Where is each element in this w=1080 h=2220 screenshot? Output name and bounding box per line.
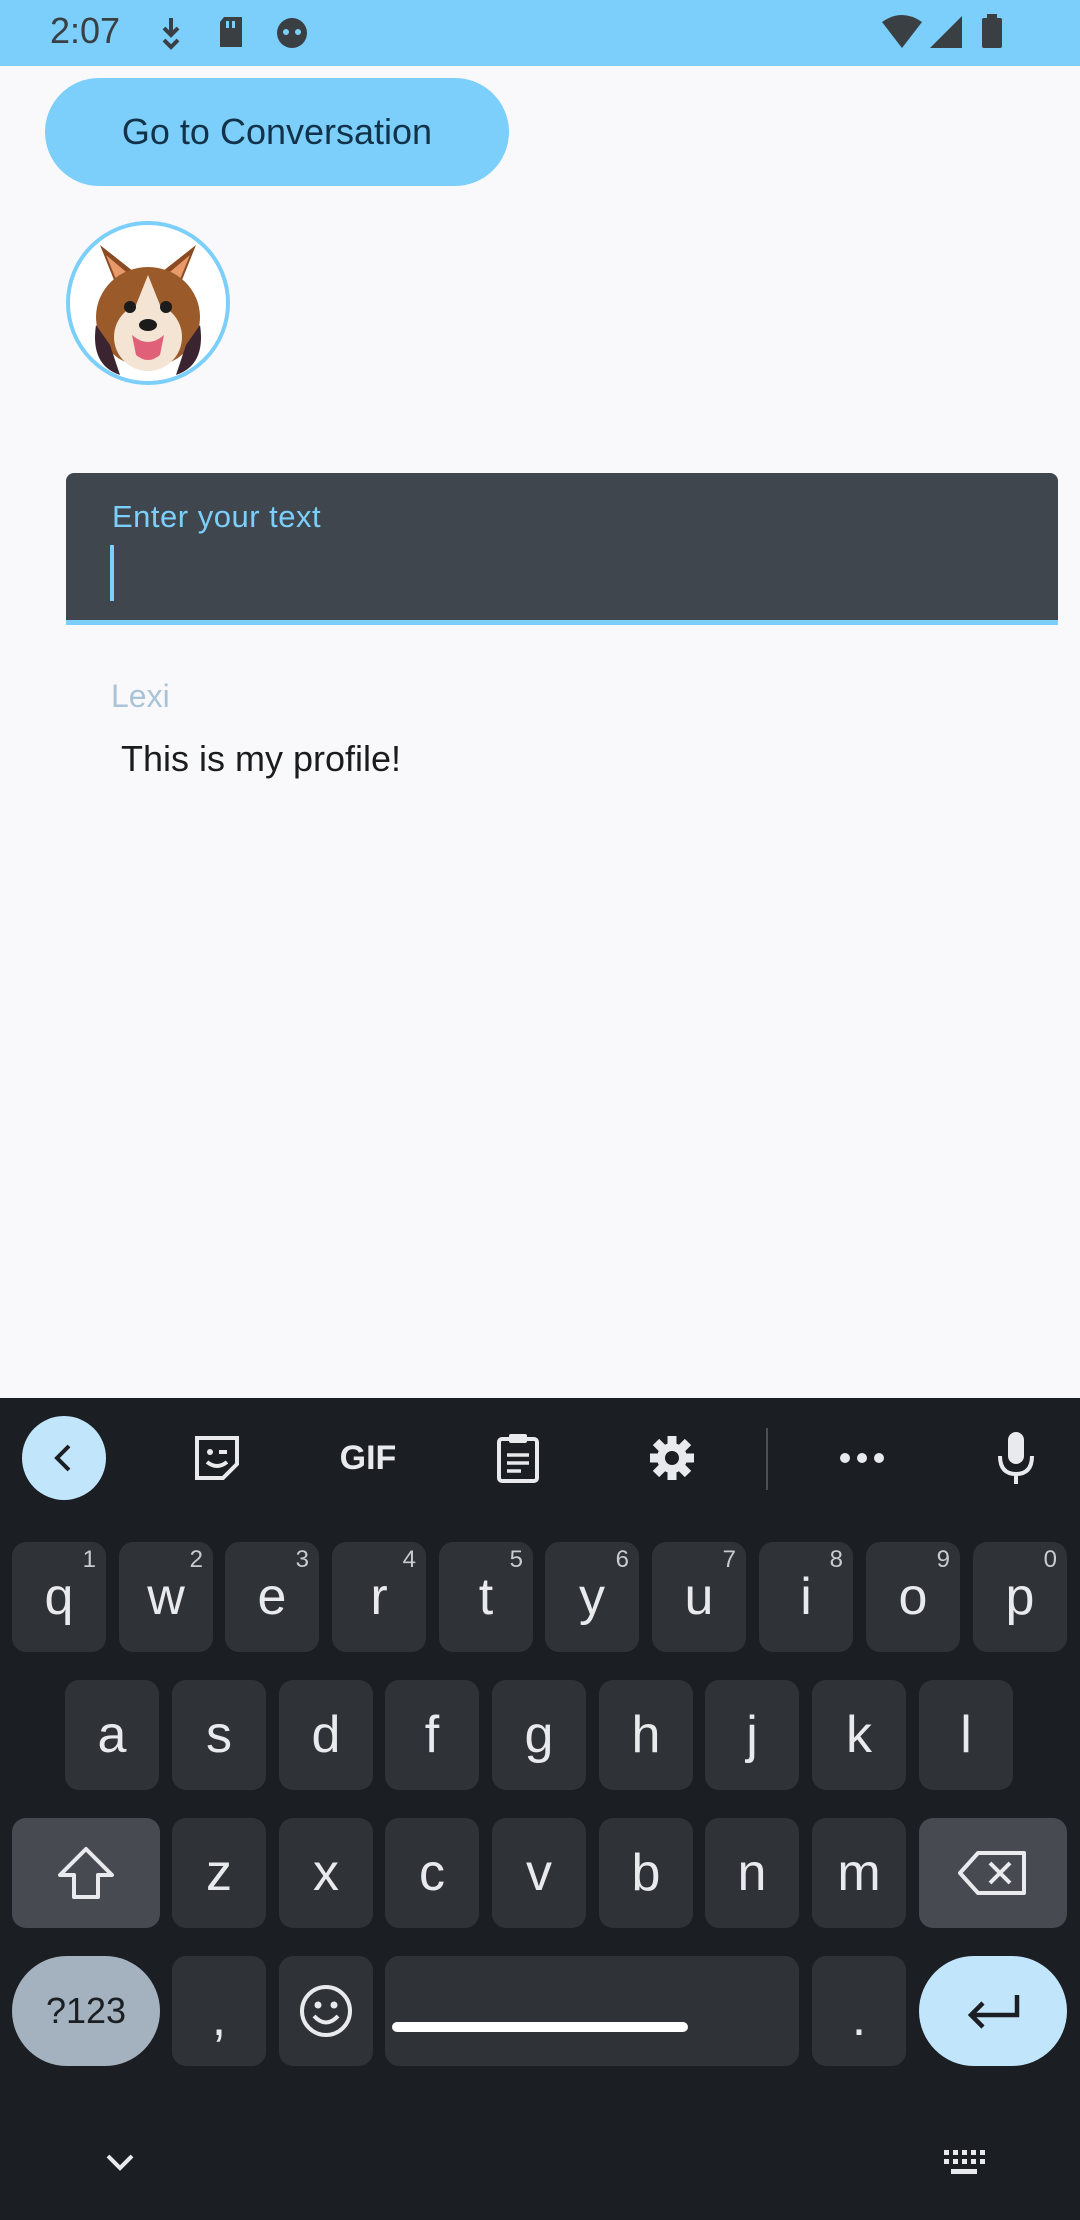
- cat-icon: [274, 14, 310, 55]
- key-hint: 9: [936, 1546, 950, 1573]
- key-hint: 5: [509, 1546, 523, 1573]
- mic-button[interactable]: [984, 1418, 1048, 1498]
- sticker-button[interactable]: [185, 1418, 249, 1498]
- comma-key[interactable]: ,: [172, 1956, 266, 2066]
- key-h[interactable]: h: [599, 1680, 693, 1790]
- key-i[interactable]: i8: [759, 1542, 853, 1652]
- key-label: w: [147, 1568, 185, 1626]
- chevron-down-icon: [106, 2154, 134, 2171]
- toolbar-divider: [766, 1428, 768, 1490]
- key-w[interactable]: w2: [119, 1542, 213, 1652]
- key-x[interactable]: x: [279, 1818, 373, 1928]
- sd-card-icon: [216, 14, 246, 55]
- key-u[interactable]: u7: [652, 1542, 746, 1652]
- profile-text: This is my profile!: [121, 738, 402, 779]
- key-n[interactable]: n: [705, 1818, 799, 1928]
- key-label: o: [898, 1568, 928, 1626]
- key-l[interactable]: l: [919, 1680, 1013, 1790]
- text-field-label: Enter your text: [112, 499, 322, 534]
- shift-icon: [58, 1847, 114, 1899]
- keyboard-icon: [944, 2150, 985, 2174]
- clipboard-button[interactable]: [486, 1418, 550, 1498]
- shift-key[interactable]: [12, 1818, 160, 1928]
- key-hint: 0: [1043, 1546, 1057, 1573]
- period-key[interactable]: .: [812, 1956, 906, 2066]
- profile-author: Lexi: [111, 678, 170, 714]
- chevron-left-icon: [54, 1444, 71, 1472]
- status-bar: 2:07: [0, 0, 1080, 66]
- keyboard-switch-button[interactable]: [940, 2138, 988, 2186]
- key-k[interactable]: k: [812, 1680, 906, 1790]
- key-label: p: [1005, 1568, 1035, 1626]
- key-hint: 7: [722, 1546, 736, 1573]
- enter-key[interactable]: [919, 1956, 1067, 2066]
- sticker-icon: [195, 1436, 239, 1480]
- key-y[interactable]: y6: [545, 1542, 639, 1652]
- key-hint: 6: [615, 1546, 629, 1573]
- key-b[interactable]: b: [599, 1818, 693, 1928]
- key-d[interactable]: d: [279, 1680, 373, 1790]
- enter-icon: [967, 1995, 1020, 2029]
- emoji-icon: [300, 1985, 352, 2037]
- dog-avatar-image: [70, 225, 226, 381]
- go-to-conversation-button[interactable]: Go to Conversation: [45, 78, 509, 186]
- key-label: y: [579, 1568, 605, 1626]
- key-label: u: [684, 1568, 714, 1626]
- mic-icon: [998, 1432, 1034, 1484]
- key-z[interactable]: z: [172, 1818, 266, 1928]
- key-p[interactable]: p0: [973, 1542, 1067, 1652]
- download-icon: [156, 14, 186, 55]
- key-t[interactable]: t5: [439, 1542, 533, 1652]
- settings-button[interactable]: [640, 1418, 704, 1498]
- status-time: 2:07: [50, 10, 121, 51]
- gif-icon: GIF: [339, 1438, 397, 1477]
- signal-icon: [928, 14, 964, 55]
- key-label: e: [257, 1568, 287, 1626]
- battery-icon: [980, 14, 1004, 55]
- key-label: i: [800, 1568, 812, 1626]
- more-icon: [840, 1453, 884, 1463]
- key-hint: 4: [402, 1546, 416, 1573]
- keyboard: GIF q1 w2 e3 r4 t5 y6 u7 i8 o9 p0 a s d …: [0, 1398, 1080, 2220]
- key-v[interactable]: v: [492, 1818, 586, 1928]
- hide-keyboard-button[interactable]: [96, 2138, 144, 2186]
- text-cursor: [110, 545, 114, 601]
- key-hint: 1: [82, 1546, 96, 1573]
- key-label: q: [44, 1568, 74, 1626]
- key-label: r: [370, 1568, 388, 1626]
- key-f[interactable]: f: [385, 1680, 479, 1790]
- key-g[interactable]: g: [492, 1680, 586, 1790]
- space-key[interactable]: [385, 1956, 799, 2066]
- key-hint: 2: [189, 1546, 203, 1573]
- key-a[interactable]: a: [65, 1680, 159, 1790]
- more-button[interactable]: [830, 1418, 894, 1498]
- navigation-handle[interactable]: [392, 2022, 688, 2032]
- key-hint: 3: [295, 1546, 309, 1573]
- key-m[interactable]: m: [812, 1818, 906, 1928]
- text-input-field[interactable]: Enter your text: [66, 473, 1058, 625]
- clipboard-icon: [497, 1434, 539, 1483]
- gear-icon: [650, 1436, 694, 1480]
- key-hint: 8: [829, 1546, 843, 1573]
- key-r[interactable]: r4: [332, 1542, 426, 1652]
- keyboard-back-button[interactable]: [22, 1416, 106, 1500]
- key-c[interactable]: c: [385, 1818, 479, 1928]
- key-q[interactable]: q1: [12, 1542, 106, 1652]
- key-e[interactable]: e3: [225, 1542, 319, 1652]
- gif-button[interactable]: GIF: [328, 1418, 408, 1498]
- backspace-key[interactable]: [919, 1818, 1067, 1928]
- emoji-key[interactable]: [279, 1956, 373, 2066]
- symbols-key[interactable]: ?123: [12, 1956, 160, 2066]
- wifi-icon: [880, 14, 924, 55]
- key-j[interactable]: j: [705, 1680, 799, 1790]
- key-o[interactable]: o9: [866, 1542, 960, 1652]
- avatar[interactable]: [66, 221, 230, 385]
- key-label: t: [478, 1568, 494, 1626]
- key-s[interactable]: s: [172, 1680, 266, 1790]
- text-input[interactable]: [112, 545, 992, 601]
- backspace-icon: [958, 1851, 1026, 1895]
